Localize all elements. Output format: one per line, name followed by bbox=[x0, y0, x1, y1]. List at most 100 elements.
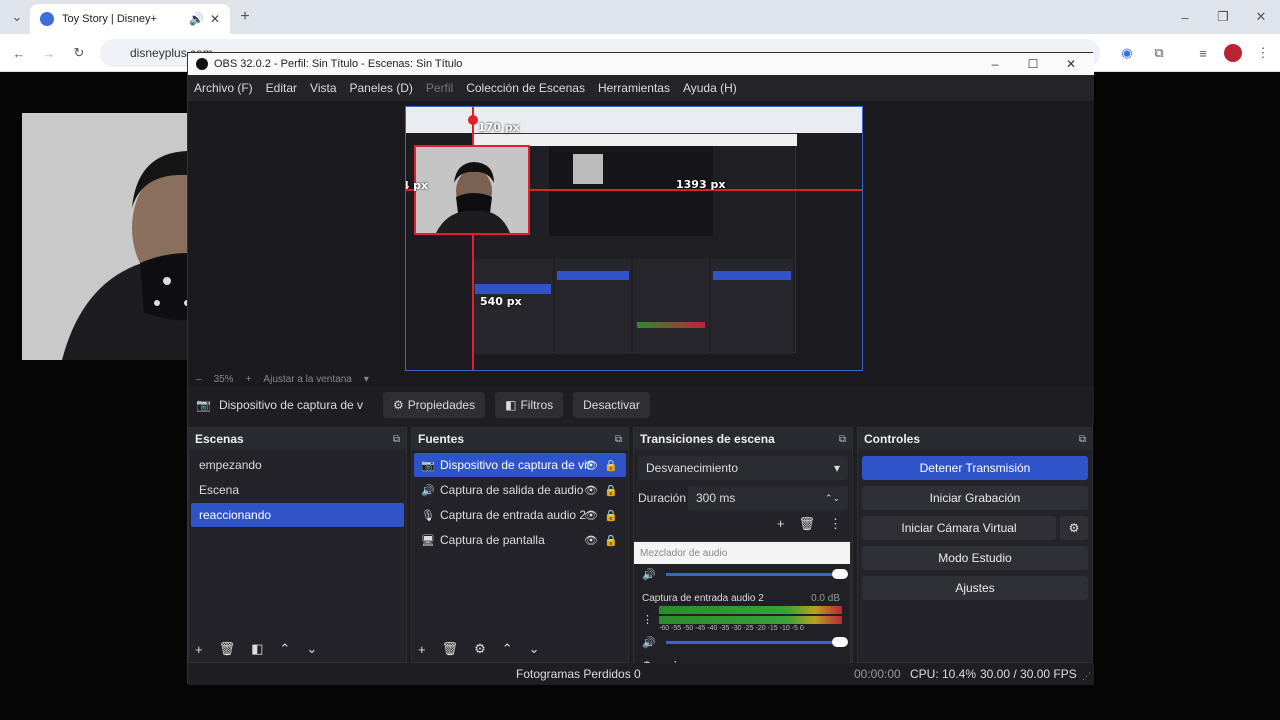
speaker-icon: 🔊 bbox=[421, 484, 435, 497]
obs-minimize-icon[interactable]: – bbox=[976, 53, 1014, 75]
filters-button[interactable]: ◧ Filtros bbox=[495, 392, 564, 418]
avatar[interactable] bbox=[1224, 44, 1242, 62]
browser-tab[interactable]: Toy Story | Disney+ 🔊 ✕ bbox=[30, 4, 230, 34]
rotate-handle[interactable] bbox=[468, 115, 478, 125]
add-scene-icon[interactable]: + bbox=[195, 642, 203, 657]
source-settings-icon[interactable]: ⚙ bbox=[474, 641, 486, 657]
volume-icon[interactable]: 🔊 bbox=[642, 568, 656, 581]
kebab-menu-icon[interactable]: ⋮ bbox=[1254, 44, 1272, 62]
source-item-camera[interactable]: 📷 Dispositivo de captura de vic 👁 🔒 bbox=[414, 453, 626, 477]
selected-source-box[interactable] bbox=[414, 145, 530, 235]
virtual-camera-button[interactable]: Iniciar Cámara Virtual bbox=[862, 516, 1056, 540]
dock-float-icon[interactable]: ⧉ bbox=[615, 434, 622, 445]
source-item-screen[interactable]: 🖥 Captura de pantalla 👁 🔒 bbox=[414, 528, 626, 552]
scenes-dock: Escenas ⧉ empezando Escena reaccionando +… bbox=[188, 427, 407, 663]
puzzle-icon[interactable]: ⧉ bbox=[1150, 44, 1168, 62]
dock-float-icon[interactable]: ⧉ bbox=[839, 434, 846, 445]
selected-source-name: Dispositivo de captura de v bbox=[218, 398, 364, 412]
add-source-icon[interactable]: + bbox=[418, 642, 426, 657]
volume-icon[interactable]: 🔊 bbox=[642, 636, 656, 649]
channel-menu-icon[interactable]: ⋮ bbox=[642, 613, 653, 626]
tab-search-chevron-icon[interactable]: ⌄ bbox=[8, 8, 26, 26]
scene-item-escena[interactable]: Escena bbox=[191, 478, 404, 502]
duration-spinbox[interactable]: 300 ms ⌃⌄ bbox=[688, 486, 848, 510]
lock-icon[interactable]: 🔒 bbox=[604, 484, 618, 497]
remove-transition-icon[interactable]: 🗑 bbox=[798, 516, 815, 532]
visibility-eye-icon[interactable]: 👁 bbox=[584, 534, 598, 547]
source-item-audio-input[interactable]: 🎙 Captura de entrada audio 2 👁 🔒 bbox=[414, 503, 626, 527]
visibility-eye-icon[interactable]: 👁 bbox=[584, 459, 598, 472]
obs-maximize-icon[interactable]: ☐ bbox=[1014, 53, 1052, 75]
obs-logo-icon bbox=[196, 58, 208, 70]
transition-more-icon[interactable]: ⋮ bbox=[829, 516, 842, 532]
duration-label: Duración bbox=[638, 491, 687, 505]
obs-close-icon[interactable]: ✕ bbox=[1052, 53, 1090, 75]
slider-handle[interactable] bbox=[832, 569, 848, 579]
new-tab-icon[interactable]: + bbox=[236, 8, 254, 26]
volume-slider[interactable] bbox=[665, 569, 848, 579]
sources-title: Fuentes bbox=[418, 432, 465, 446]
volume-slider[interactable] bbox=[665, 637, 848, 647]
dock-float-icon[interactable]: ⧉ bbox=[393, 434, 400, 445]
stop-stream-button[interactable]: Detener Transmisión bbox=[862, 456, 1088, 480]
move-down-icon[interactable]: ⌄ bbox=[306, 641, 317, 657]
back-icon[interactable]: ← bbox=[10, 44, 28, 62]
properties-button[interactable]: ⚙ Propiedades bbox=[382, 392, 486, 418]
tab-audio-icon[interactable]: 🔊 bbox=[189, 12, 204, 26]
remove-source-icon[interactable]: 🗑 bbox=[442, 641, 459, 657]
menu-ayuda[interactable]: Ayuda (H) bbox=[683, 81, 737, 95]
source-item-audio-output[interactable]: 🔊 Captura de salida de audio 👁 🔒 bbox=[414, 478, 626, 502]
menu-archivo[interactable]: Archivo (F) bbox=[194, 81, 253, 95]
visibility-eye-icon[interactable]: 👁 bbox=[584, 484, 598, 497]
visibility-eye-icon[interactable]: 👁 bbox=[584, 509, 598, 522]
add-transition-icon[interactable]: + bbox=[777, 516, 785, 532]
tab-close-icon[interactable]: ✕ bbox=[210, 12, 220, 26]
stream-time: 00:00:00 bbox=[854, 667, 901, 681]
start-record-button[interactable]: Iniciar Grabación bbox=[862, 486, 1088, 510]
menu-coleccion[interactable]: Colección de Escenas bbox=[466, 81, 585, 95]
spin-arrows-icon[interactable]: ⌃⌄ bbox=[825, 493, 840, 504]
transition-select[interactable]: Desvanecimiento ▾ bbox=[638, 456, 848, 480]
remove-scene-icon[interactable]: 🗑 bbox=[219, 641, 236, 657]
fit-window-select[interactable]: Ajustar a la ventana bbox=[263, 374, 351, 385]
menu-paneles[interactable]: Paneles (D) bbox=[350, 81, 413, 95]
resize-grip-icon[interactable]: ⋰ bbox=[1082, 671, 1091, 682]
scene-filters-icon[interactable]: ◧ bbox=[251, 641, 263, 657]
fit-dropdown-icon[interactable]: ▾ bbox=[364, 374, 369, 385]
menu-vista[interactable]: Vista bbox=[310, 81, 336, 95]
minimize-icon[interactable]: – bbox=[1176, 8, 1194, 26]
move-down-icon[interactable]: ⌄ bbox=[529, 641, 540, 657]
deactivate-button[interactable]: Desactivar bbox=[573, 392, 650, 418]
camera-icon: 📷 bbox=[421, 459, 435, 472]
microphone-icon: 🎙 bbox=[421, 509, 435, 522]
media-icon[interactable]: ≡ bbox=[1194, 44, 1212, 62]
zoom-out-button[interactable]: – bbox=[196, 374, 202, 385]
bottom-distance-label: 540 px bbox=[480, 295, 522, 308]
virtual-camera-settings-icon[interactable]: ⚙ bbox=[1060, 516, 1088, 540]
slider-handle[interactable] bbox=[832, 637, 848, 647]
forward-icon[interactable]: → bbox=[40, 44, 58, 62]
dock-float-icon[interactable]: ⧉ bbox=[1079, 434, 1086, 445]
reload-icon[interactable]: ↻ bbox=[70, 44, 88, 62]
lock-icon[interactable]: 🔒 bbox=[604, 534, 618, 547]
menu-editar[interactable]: Editar bbox=[266, 81, 297, 95]
settings-button[interactable]: Ajustes bbox=[862, 576, 1088, 600]
zoom-in-button[interactable]: + bbox=[246, 374, 252, 385]
menu-perfil[interactable]: Perfil bbox=[426, 81, 453, 95]
preview-canvas[interactable]: 170 px 34 px 1393 px 540 px bbox=[405, 106, 863, 371]
transition-value: Desvanecimiento bbox=[646, 461, 739, 475]
scene-item-reaccionando[interactable]: reaccionando bbox=[191, 503, 404, 527]
right-distance-label: 1393 px bbox=[676, 178, 726, 191]
studio-mode-button[interactable]: Modo Estudio bbox=[862, 546, 1088, 570]
lock-icon[interactable]: 🔒 bbox=[604, 509, 618, 522]
menu-herramientas[interactable]: Herramientas bbox=[598, 81, 670, 95]
lock-icon[interactable]: 🔒 bbox=[604, 459, 618, 472]
move-up-icon[interactable]: ⌃ bbox=[279, 641, 290, 657]
scene-item-empezando[interactable]: empezando bbox=[191, 453, 404, 477]
maximize-icon[interactable]: ❐ bbox=[1214, 8, 1232, 26]
move-up-icon[interactable]: ⌃ bbox=[502, 641, 513, 657]
zoom-bar: – 35% + Ajustar a la ventana ▾ bbox=[188, 371, 1094, 387]
close-window-icon[interactable]: ✕ bbox=[1252, 8, 1270, 26]
extension-icon[interactable]: ◉ bbox=[1118, 44, 1136, 62]
chevron-down-icon: ▾ bbox=[833, 461, 840, 475]
